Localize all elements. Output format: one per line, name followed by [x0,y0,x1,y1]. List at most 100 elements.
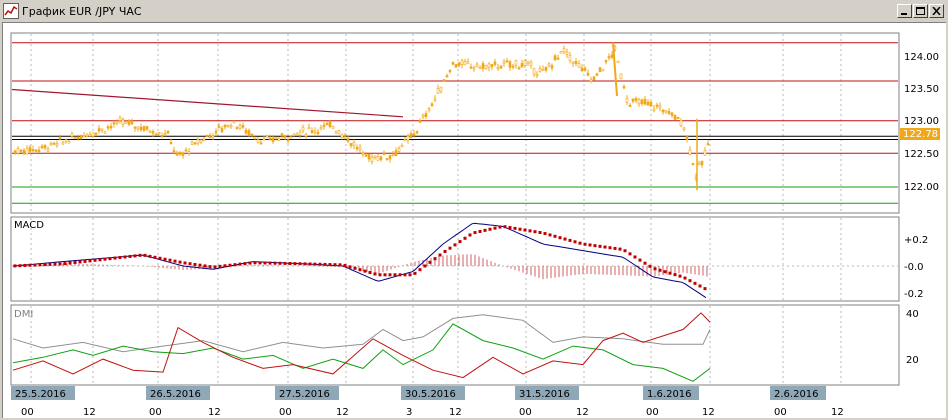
date-tag-5: 31.5.2016 [515,386,579,400]
candle-body [493,61,497,65]
candle-body [481,63,485,69]
macd-signal-dot [533,230,537,234]
minimize-button[interactable] [897,4,912,18]
chart-canvas[interactable]: 122.78 124.00 123.50 123.00 122.50 122.0… [3,23,947,419]
macd-signal-dot [28,263,32,267]
macd-signal-dot [78,260,82,264]
candle-body [202,138,206,141]
candle-body [550,65,554,69]
macd-y-label-plus: +0.2 [904,235,928,246]
candle-body [16,148,20,154]
macd-signal-dot [663,270,667,274]
candle-body [268,137,272,140]
macd-signal-dot [278,261,282,265]
svg-text:26.5.2016: 26.5.2016 [150,389,201,400]
candle-body [586,72,590,76]
candle-body [136,126,140,130]
candle-body [277,137,281,141]
candle-body [442,79,446,82]
macd-signal-dot [468,233,472,237]
macd-signal-dot [128,254,132,258]
candle-body [211,135,215,138]
candle-body [286,139,290,142]
macd-signal-dot [478,229,482,233]
candle-body [607,56,611,59]
candle-body [325,123,329,126]
macd-signal-dot [683,276,687,280]
macd-signal-dot [473,231,477,235]
macd-signal-dot [528,229,532,233]
price-panel[interactable] [10,32,900,214]
y-label-124: 124.00 [904,52,939,63]
candle-body [247,130,251,136]
candle-body [466,61,470,64]
maximize-button[interactable] [913,4,928,18]
macd-signal-dot [153,255,157,259]
macd-signal-dot [263,261,267,265]
macd-signal-dot [158,256,162,260]
macd-signal-dot [543,232,547,236]
macd-signal-dot [288,262,292,266]
macd-signal-dot [418,268,422,272]
candle-body [448,69,452,73]
candle-body [328,121,332,127]
candle-body [100,128,104,131]
maximize-icon [916,7,925,15]
macd-signal-dot [318,262,322,266]
macd-signal-dot [618,247,622,251]
candle-body [172,150,176,153]
macd-signal-dot [223,264,227,268]
candle-body [298,131,302,136]
candle-body [130,120,134,125]
macd-signal-dot [703,287,707,291]
candle-body [691,163,695,166]
candle-body [619,73,623,80]
macd-signal-dot [173,259,177,263]
macd-signal-dot [568,238,572,242]
candle-body [49,143,53,146]
candle-body [622,86,626,89]
macd-signal-dot [363,269,367,273]
macd-signal-dot [228,263,232,267]
macd-signal-dot [508,226,512,230]
window-title: График EUR /JPY ЧАС [22,5,142,18]
candle-body [706,143,710,146]
candle-body [397,148,401,152]
candle-body [490,64,494,67]
macd-signal-dot [458,240,462,244]
candle-body [91,132,95,137]
candle-body [214,131,218,134]
candle-body [520,62,524,68]
macd-signal-dot [113,256,117,260]
candle-body [346,138,350,142]
candle-body [259,142,263,145]
candle-body [652,108,656,111]
candle-body [163,132,167,136]
candle-body [103,131,107,134]
candle-body [319,127,323,130]
macd-signal-dot [428,260,432,264]
candle-body [190,141,194,145]
macd-signal-dot [583,242,587,246]
candle-body [391,154,395,157]
candle-body [217,126,221,129]
candle-body [631,98,635,102]
date-tag-1: 25.5.2016 [11,386,75,400]
candle-body [538,68,542,72]
title-bar[interactable]: График EUR /JPY ЧАС [0,0,948,22]
dmi-panel[interactable] [10,304,900,386]
macd-signal-dot [598,244,602,248]
candle-body [271,137,275,142]
candle-body [541,68,545,71]
macd-signal-dot [393,273,397,277]
candle-body [28,146,32,152]
candle-body [664,110,668,113]
macd-signal-dot [83,259,87,263]
candle-body [544,66,548,71]
candle-body [97,128,101,132]
close-button[interactable] [929,4,944,18]
candle-body [532,68,536,75]
candle-body [667,111,671,115]
macd-signal-dot [578,241,582,245]
macd-signal-dot [513,226,517,230]
